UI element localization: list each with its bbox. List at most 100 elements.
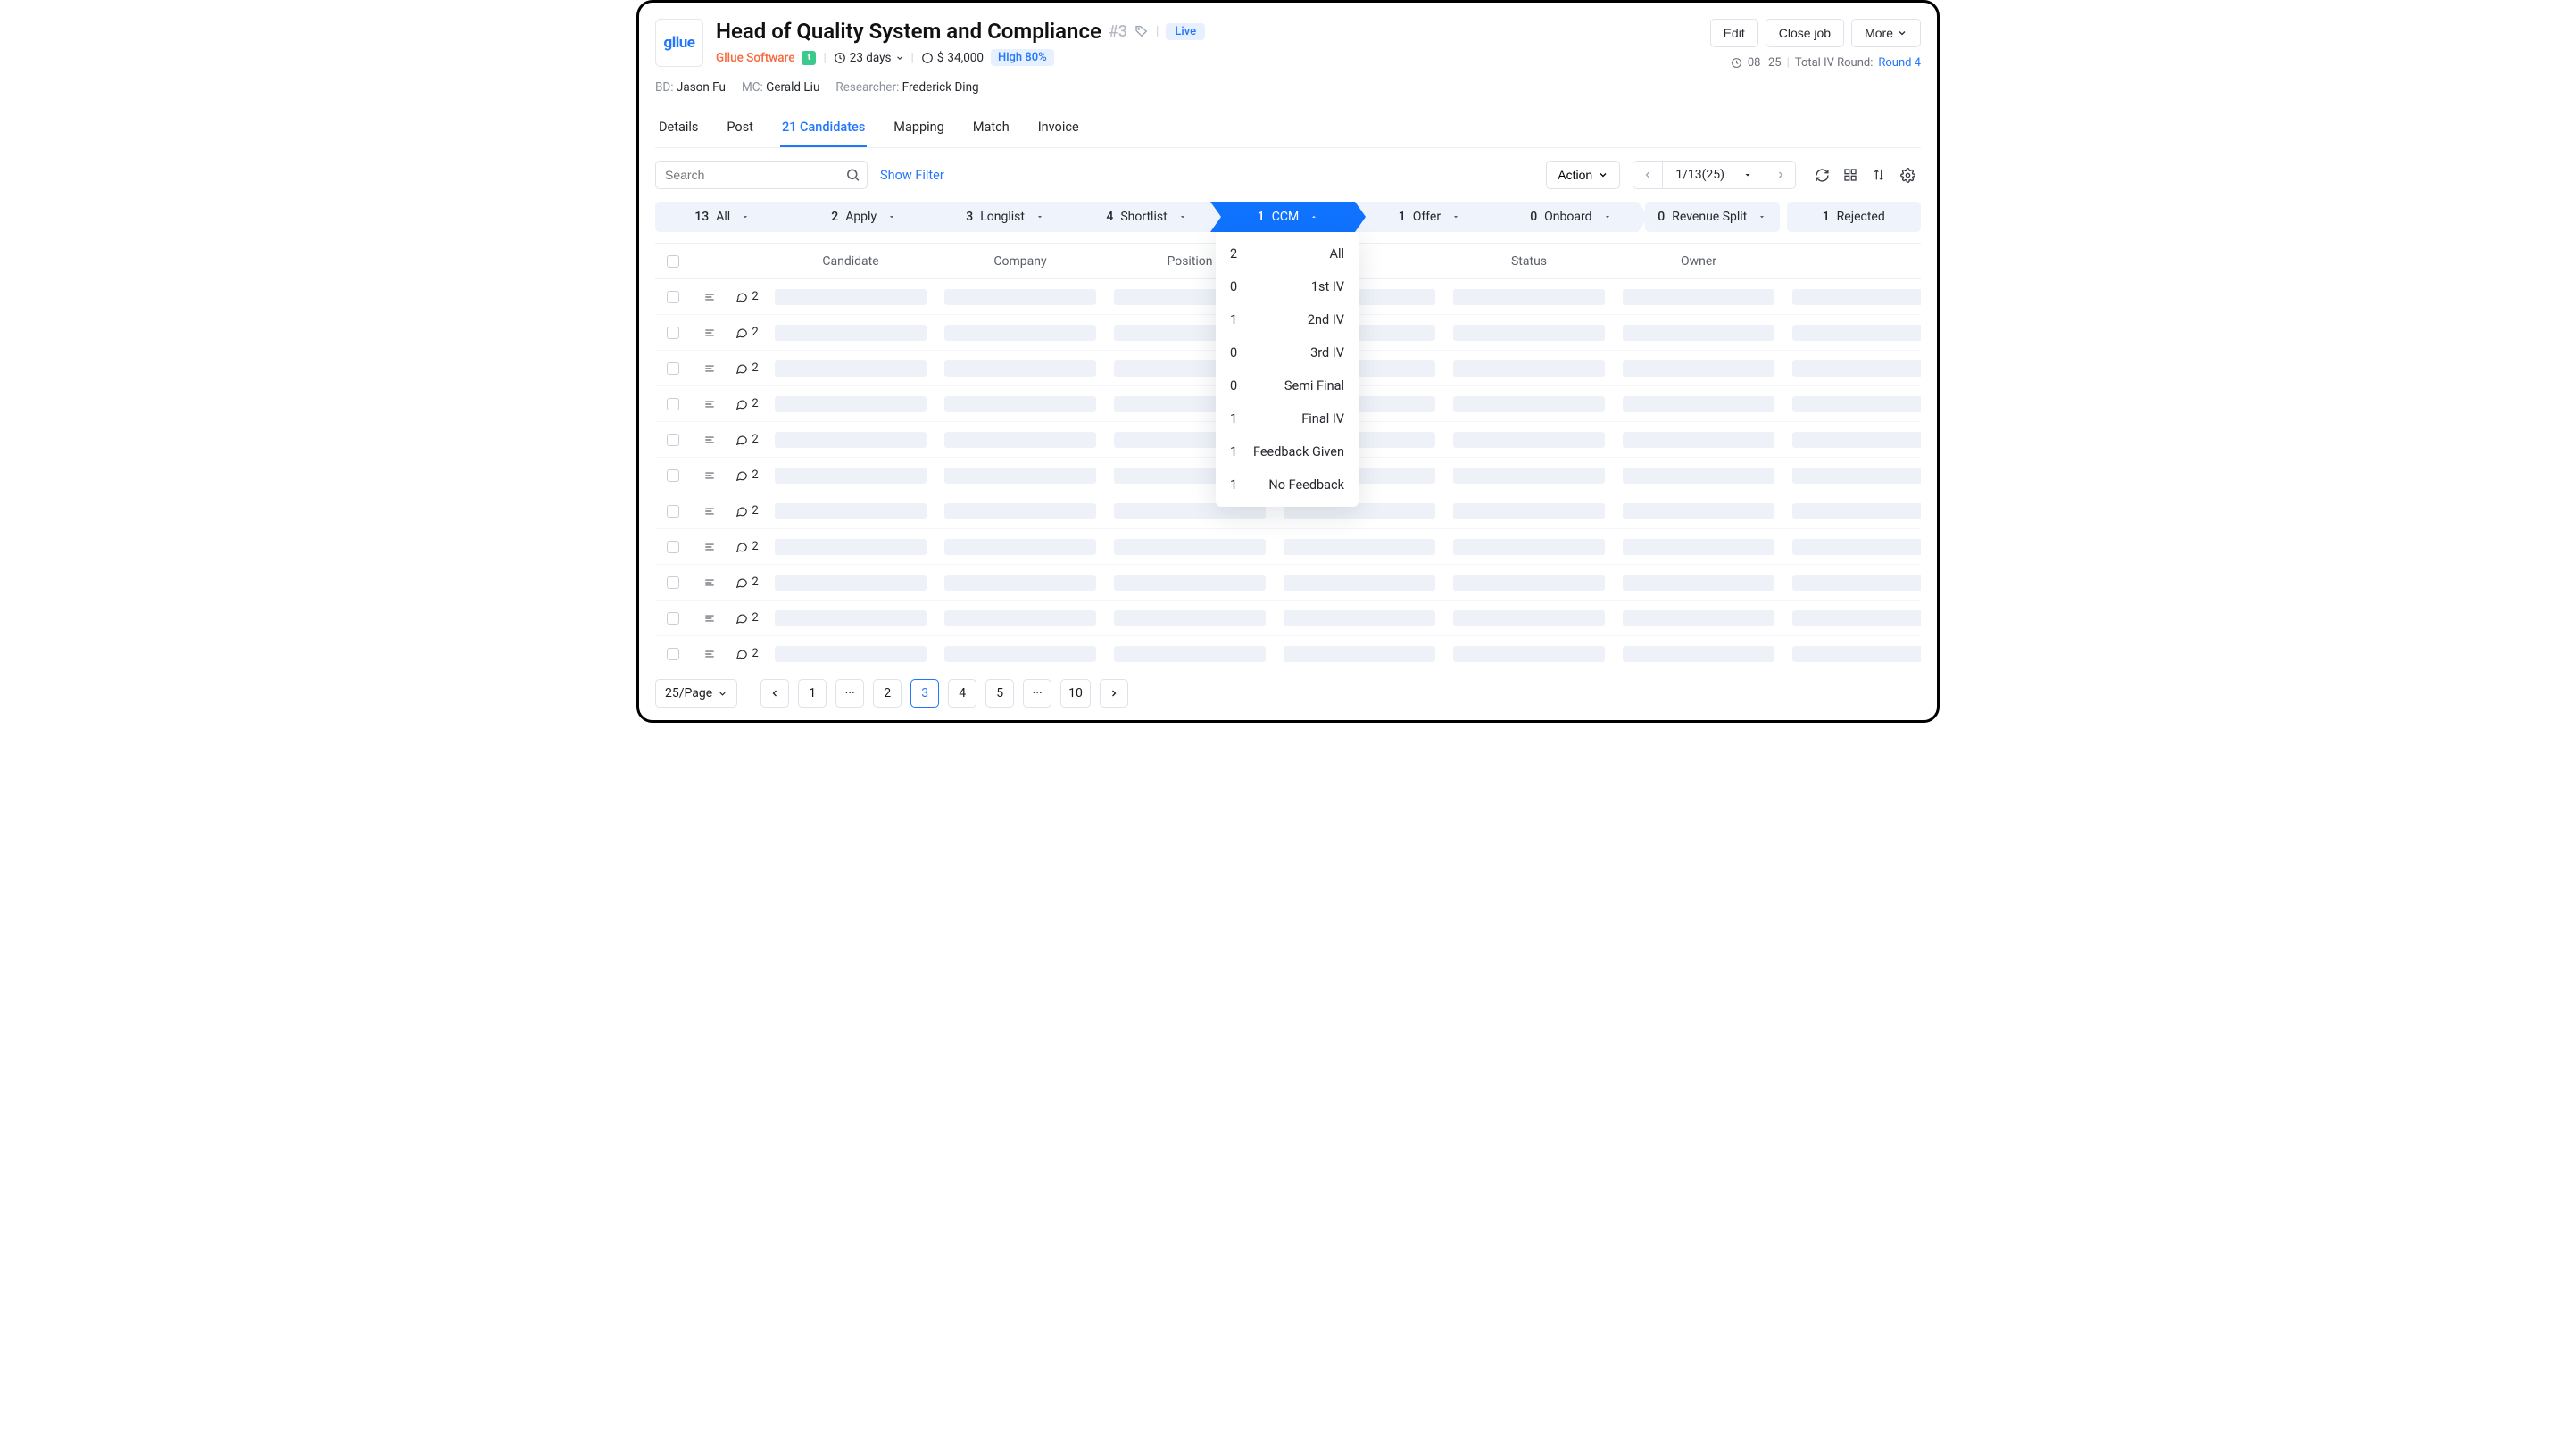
- col-owner[interactable]: Owner: [1614, 254, 1783, 269]
- row-checkbox[interactable]: [667, 469, 679, 482]
- row-comments[interactable]: 2: [728, 433, 766, 446]
- stage-all[interactable]: 13All: [655, 202, 789, 232]
- mc-name[interactable]: Gerald Liu: [766, 80, 819, 95]
- refresh-icon[interactable]: [1808, 162, 1835, 188]
- stage-longlist[interactable]: 3Longlist: [938, 202, 1072, 232]
- close-job-button[interactable]: Close job: [1766, 19, 1844, 47]
- ccm-item-1st-iv[interactable]: 01st IV: [1216, 270, 1359, 303]
- tab-details[interactable]: Details: [657, 111, 700, 147]
- ccm-item-no-feedback[interactable]: 1No Feedback: [1216, 468, 1359, 501]
- row-menu-icon[interactable]: [691, 398, 728, 410]
- row-checkbox[interactable]: [667, 291, 679, 303]
- page-5[interactable]: 5: [985, 679, 1014, 708]
- page-10[interactable]: 10: [1060, 679, 1091, 708]
- tab-post[interactable]: Post: [725, 111, 755, 147]
- row-checkbox[interactable]: [667, 434, 679, 446]
- tab-invoice[interactable]: Invoice: [1036, 111, 1081, 147]
- search-icon[interactable]: [845, 168, 860, 183]
- row-checkbox[interactable]: [667, 612, 679, 625]
- ccm-item-2nd-iv[interactable]: 12nd IV: [1216, 303, 1359, 336]
- row-menu-icon[interactable]: [691, 291, 728, 303]
- skeleton: [1792, 575, 1921, 591]
- row-comments[interactable]: 2: [728, 576, 766, 589]
- stage-apply[interactable]: 2Apply: [796, 202, 930, 232]
- pager-display[interactable]: 1/13(25): [1663, 162, 1766, 188]
- tab-candidates[interactable]: 21 Candidates: [780, 111, 867, 147]
- row-menu-icon[interactable]: [691, 648, 728, 660]
- more-button[interactable]: More: [1851, 19, 1921, 47]
- row-checkbox[interactable]: [667, 398, 679, 410]
- table-row[interactable]: 2: [655, 529, 1921, 565]
- col-company[interactable]: Company: [935, 254, 1105, 269]
- tab-match[interactable]: Match: [971, 111, 1011, 147]
- per-page-select[interactable]: 25/Page: [655, 679, 737, 708]
- ccm-item-all[interactable]: 2All: [1216, 237, 1359, 270]
- pager-next[interactable]: [1766, 162, 1795, 188]
- row-menu-icon[interactable]: [691, 576, 728, 589]
- ccm-item-feedback-given[interactable]: 1Feedback Given: [1216, 435, 1359, 468]
- row-checkbox[interactable]: [667, 362, 679, 375]
- skeleton: [1623, 503, 1774, 519]
- page-3[interactable]: 3: [910, 679, 939, 708]
- show-filter-link[interactable]: Show Filter: [880, 168, 944, 183]
- round-value-link[interactable]: Round 4: [1878, 56, 1921, 70]
- row-comments[interactable]: 2: [728, 540, 766, 553]
- job-age[interactable]: 23 days: [834, 51, 904, 65]
- sort-icon[interactable]: [1866, 162, 1892, 188]
- ccm-item-3rd-iv[interactable]: 03rd IV: [1216, 336, 1359, 369]
- row-menu-icon[interactable]: [691, 612, 728, 625]
- col-status[interactable]: Status: [1444, 254, 1614, 269]
- row-menu-icon[interactable]: [691, 469, 728, 482]
- page-2[interactable]: 2: [873, 679, 902, 708]
- row-checkbox[interactable]: [667, 505, 679, 518]
- row-menu-icon[interactable]: [691, 327, 728, 339]
- researcher-name[interactable]: Frederick Ding: [902, 80, 979, 95]
- ccm-item-semi-final[interactable]: 0Semi Final: [1216, 369, 1359, 402]
- company-link[interactable]: Gllue Software: [716, 51, 794, 65]
- tag-icon[interactable]: [1134, 24, 1149, 38]
- row-comments[interactable]: 2: [728, 326, 766, 339]
- table-row[interactable]: 2: [655, 636, 1921, 670]
- tab-mapping[interactable]: Mapping: [892, 111, 946, 147]
- stage-revenue-split[interactable]: 0Revenue Split: [1645, 202, 1779, 232]
- stage-onboard[interactable]: 0Onboard: [1504, 202, 1638, 232]
- row-comments[interactable]: 2: [728, 397, 766, 410]
- settings-icon[interactable]: [1894, 162, 1921, 188]
- row-menu-icon[interactable]: [691, 434, 728, 446]
- action-dropdown[interactable]: Action: [1546, 161, 1620, 189]
- row-comments[interactable]: 2: [728, 647, 766, 660]
- col-candidate[interactable]: Candidate: [766, 254, 935, 269]
- row-comments[interactable]: 2: [728, 504, 766, 518]
- row-comments[interactable]: 2: [728, 361, 766, 375]
- row-checkbox[interactable]: [667, 541, 679, 553]
- row-comments[interactable]: 2: [728, 290, 766, 303]
- row-checkbox[interactable]: [667, 648, 679, 660]
- search-input[interactable]: [655, 161, 868, 189]
- row-menu-icon[interactable]: [691, 362, 728, 375]
- row-comments[interactable]: 2: [728, 468, 766, 482]
- pager-prev[interactable]: [1633, 162, 1663, 188]
- page-next[interactable]: [1100, 679, 1128, 708]
- skeleton: [1792, 289, 1921, 305]
- page-1[interactable]: 1: [798, 679, 827, 708]
- page-prev[interactable]: [760, 679, 789, 708]
- ccm-item-final-iv[interactable]: 1Final IV: [1216, 402, 1359, 435]
- skeleton: [1453, 539, 1605, 555]
- table-row[interactable]: 2: [655, 601, 1921, 636]
- skeleton: [1623, 396, 1774, 412]
- edit-button[interactable]: Edit: [1710, 19, 1758, 47]
- grid-view-icon[interactable]: [1837, 162, 1864, 188]
- table-row[interactable]: 2: [655, 565, 1921, 601]
- stage-shortlist[interactable]: 4Shortlist: [1079, 202, 1213, 232]
- stage-rejected[interactable]: 1Rejected: [1787, 202, 1921, 232]
- row-comments[interactable]: 2: [728, 611, 766, 625]
- row-checkbox[interactable]: [667, 576, 679, 589]
- page-4[interactable]: 4: [948, 679, 976, 708]
- bd-name[interactable]: Jason Fu: [677, 80, 726, 95]
- stage-offer[interactable]: 1Offer: [1362, 202, 1496, 232]
- row-menu-icon[interactable]: [691, 505, 728, 518]
- row-checkbox[interactable]: [667, 327, 679, 339]
- select-all-checkbox[interactable]: [667, 255, 679, 268]
- stage-ccm[interactable]: 1CCM: [1221, 202, 1355, 232]
- row-menu-icon[interactable]: [691, 541, 728, 553]
